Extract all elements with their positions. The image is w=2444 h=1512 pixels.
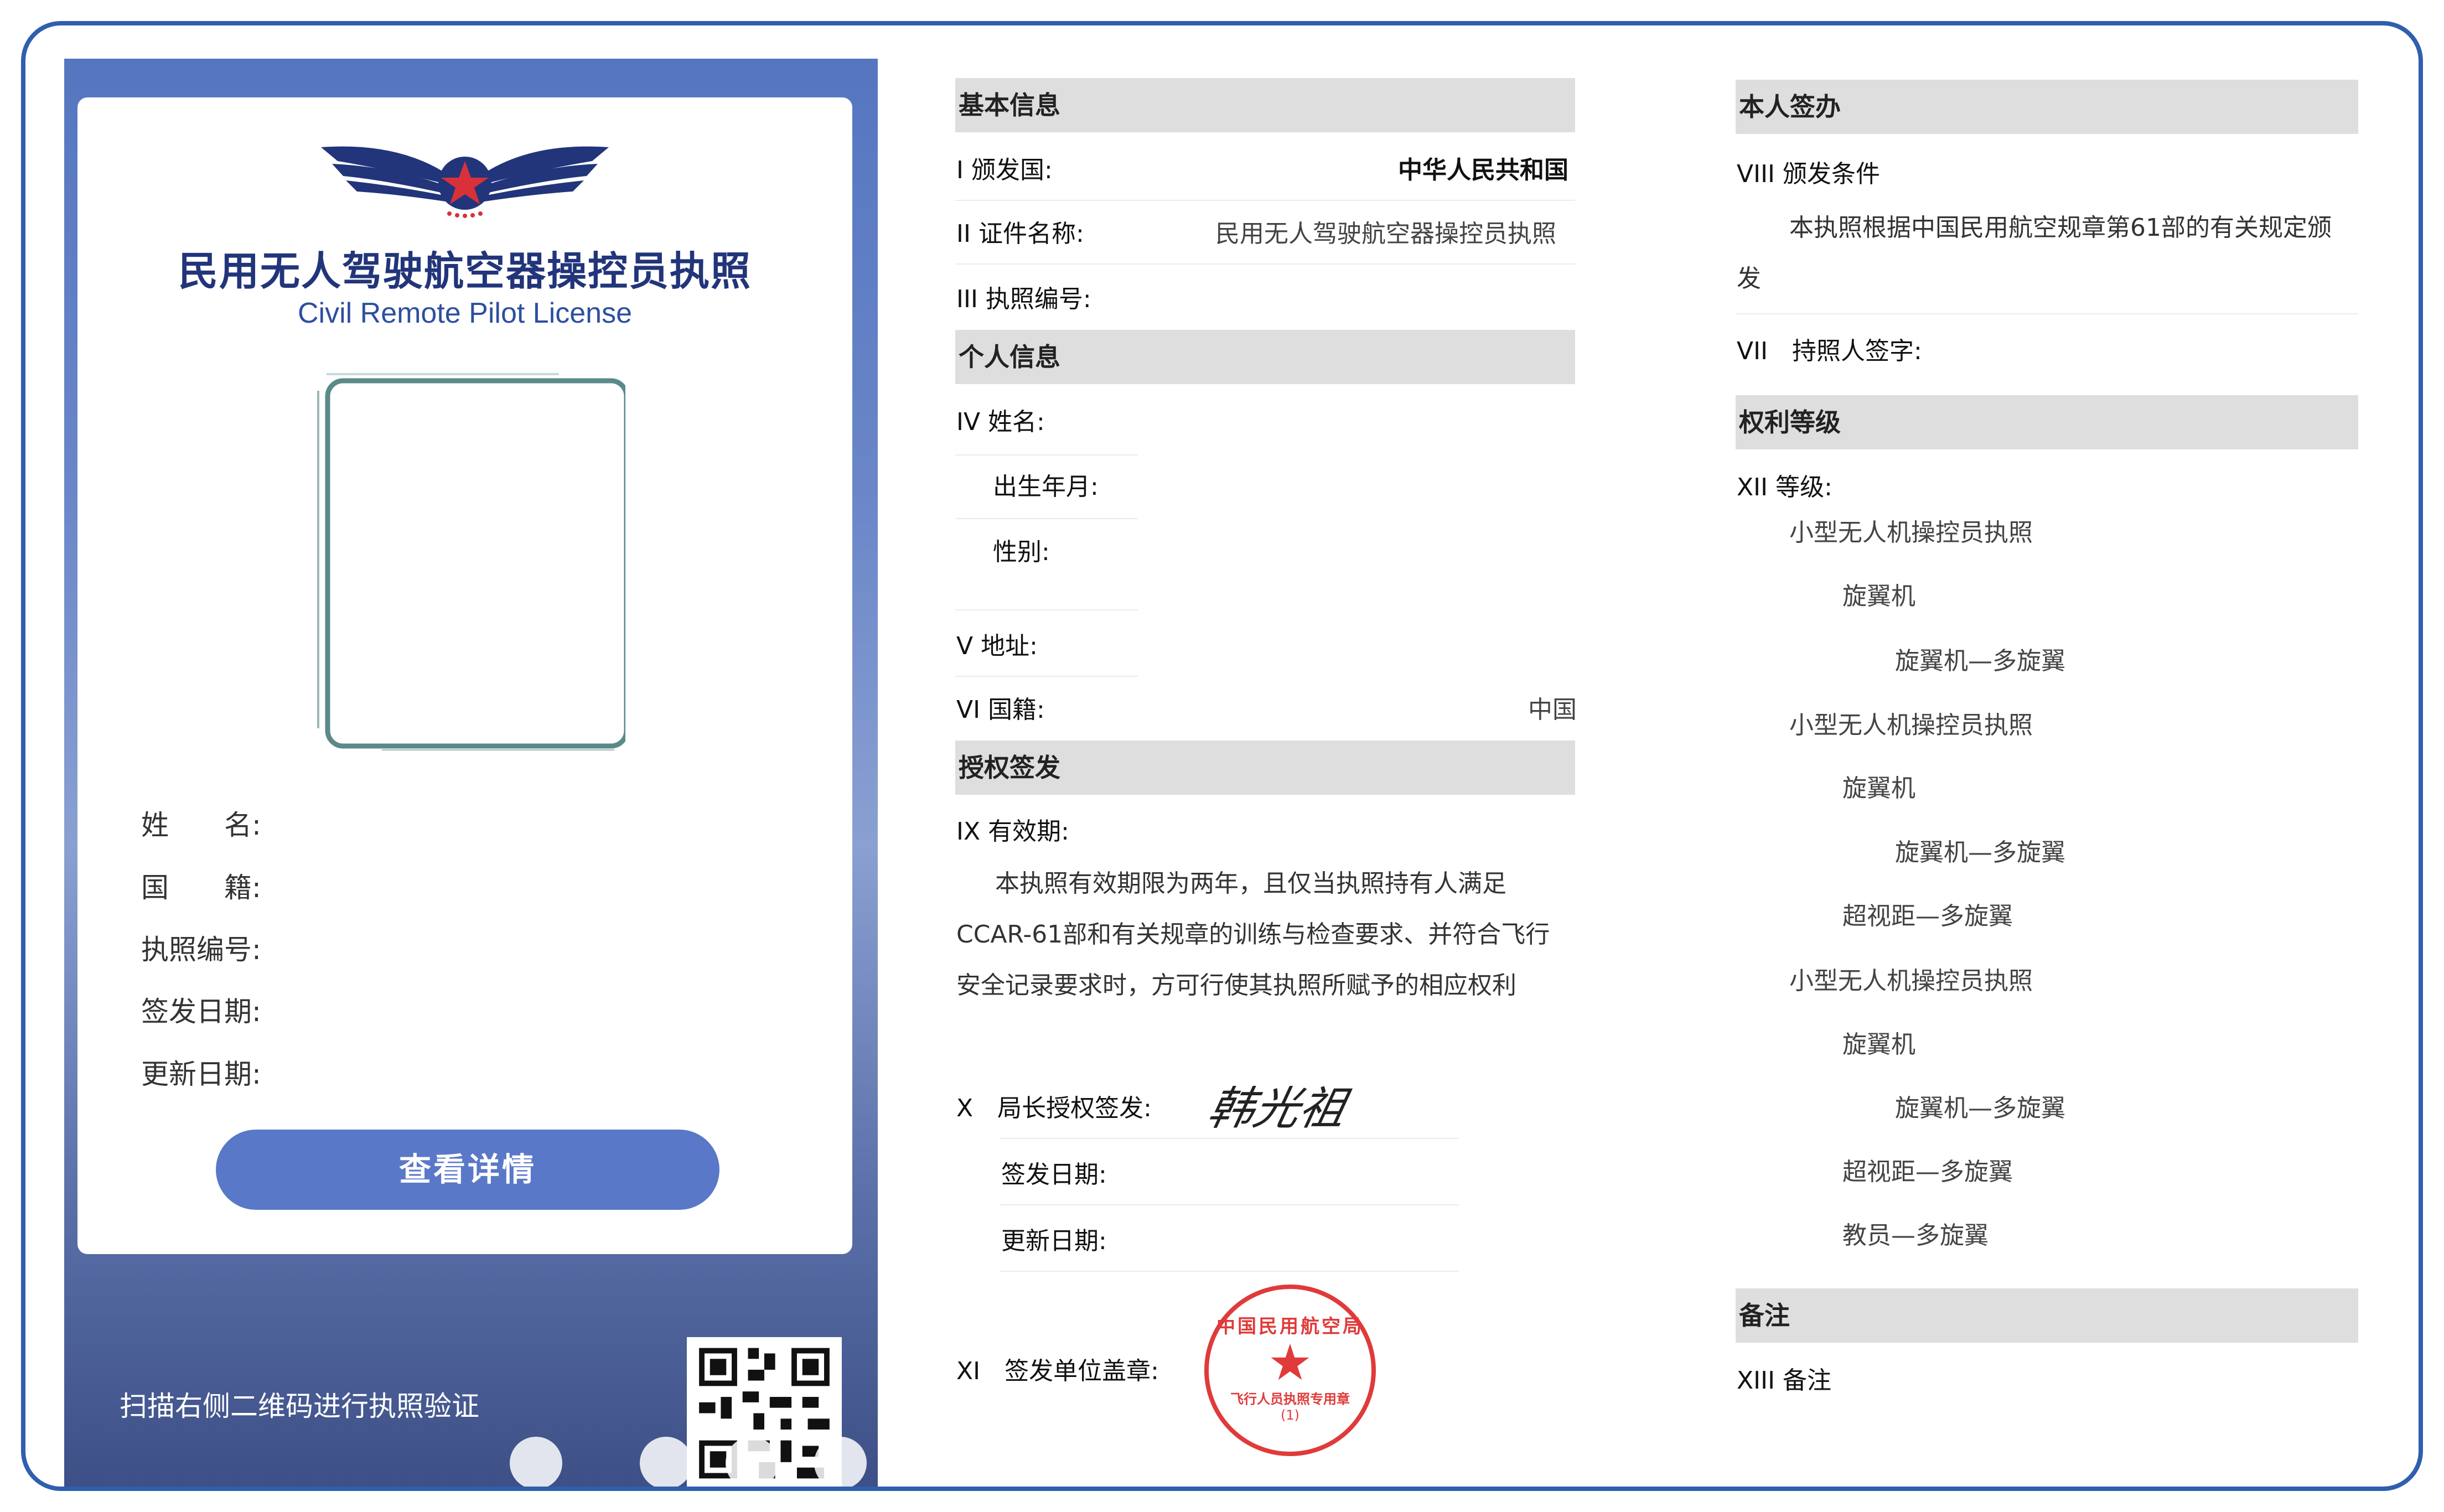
address-label: V 地址: [956, 632, 1038, 660]
level-item: 教员—多旋翼 [1842, 1221, 1989, 1250]
level-item: 小型无人机操控员执照 [1789, 519, 2033, 547]
level-item: 旋翼机 [1842, 582, 1915, 610]
card-field-nationality: 国 籍: [141, 872, 261, 904]
director-signature: 韩光祖 [1203, 1083, 1351, 1135]
name-label: IV 姓名: [956, 408, 1045, 436]
download-icon[interactable] [640, 1437, 692, 1487]
license-card: 民用无人驾驶航空器操控员执照 Civil Remote Pilot Licens… [77, 97, 852, 1254]
level-item: 超视距—多旋翼 [1842, 902, 2013, 930]
director-sign-label: X 局长授权签发: [956, 1094, 1152, 1122]
level-item: 小型无人机操控员执照 [1789, 967, 2033, 995]
view-details-button[interactable]: 查看详情 [216, 1130, 719, 1210]
cert-name-label: II 证件名称: [956, 220, 1084, 248]
section-personal-info: 个人信息 [955, 330, 1575, 384]
section-holder: 本人签办 [1736, 80, 2358, 134]
level-item: 旋翼机 [1842, 1031, 1915, 1059]
scan-hint: 扫描右侧二维码进行执照验证 [120, 1390, 479, 1422]
official-seal: 中国民用航空局 ★ 飞行人员执照专用章 (1) [1204, 1285, 1376, 1456]
level-item: 旋翼机—多旋翼 [1895, 647, 2065, 675]
more-icon[interactable] [814, 1437, 867, 1487]
issuing-country-label: I 颁发国: [956, 156, 1053, 184]
photo-frame [317, 373, 625, 750]
nationality-value: 中国 [1528, 696, 1577, 724]
level-label: XII 等级: [1737, 473, 1832, 501]
validity-text: 本执照有效期限为两年，且仅当执照持有人满足CCAR-61部和有关规章的训练与检查… [956, 869, 1550, 1000]
license-no-label: III 执照编号: [956, 285, 1091, 313]
issuing-country-value: 中华人民共和国 [1398, 156, 1568, 184]
holder-sign-label: VII 持照人签字: [1737, 337, 1922, 365]
level-item: 小型无人机操控员执照 [1789, 711, 2033, 739]
grid-icon[interactable] [726, 1437, 778, 1487]
seal-label: XI 签发单位盖章: [956, 1357, 1159, 1385]
section-remarks: 备注 [1736, 1288, 2358, 1343]
level-item: 旋翼机 [1842, 774, 1915, 802]
card-field-name: 姓 名: [141, 809, 261, 841]
birth-label: 出生年月: [993, 473, 1099, 501]
cert-name-value: 民用无人驾驶航空器操控员执照 [1215, 220, 1556, 248]
license-card-panel: 民用无人驾驶航空器操控员执照 Civil Remote Pilot Licens… [64, 59, 878, 1487]
section-authorization: 授权签发 [955, 741, 1575, 795]
conditions-label: VIII 颁发条件 [1737, 160, 1881, 188]
seal-inner-text: 飞行人员执照专用章 [1230, 1391, 1350, 1407]
remarks-label: XIII 备注 [1737, 1366, 1832, 1395]
level-item: 旋翼机—多旋翼 [1895, 838, 2065, 867]
caac-wings-logo [321, 146, 609, 218]
level-item: 超视距—多旋翼 [1842, 1158, 2013, 1186]
level-item: 旋翼机—多旋翼 [1895, 1094, 2065, 1122]
issue-date-label: 签发日期: [1001, 1161, 1107, 1189]
card-field-issue-date: 签发日期: [141, 996, 261, 1028]
conditions-text: 本执照根据中国民用航空规章第61部的有关规定颁发 [1737, 214, 2332, 293]
card-title-cn: 民用无人驾驶航空器操控员执照 [178, 248, 752, 294]
gender-label: 性别: [993, 538, 1050, 566]
page-frame: 民用无人驾驶航空器操控员执照 Civil Remote Pilot Licens… [21, 21, 2423, 1491]
card-title-en: Civil Remote Pilot License [297, 297, 633, 329]
renew-date-label: 更新日期: [1001, 1227, 1107, 1255]
qr-scan-icon[interactable] [510, 1437, 562, 1487]
section-basic-info: 基本信息 [955, 78, 1575, 132]
card-field-renew-date: 更新日期: [141, 1058, 261, 1090]
seal-number: (1) [1281, 1407, 1299, 1423]
nationality-label: VI 国籍: [956, 696, 1045, 724]
card-field-license-no: 执照编号: [141, 934, 261, 966]
section-rights: 权利等级 [1736, 395, 2358, 449]
validity-label: IX 有效期: [956, 817, 1069, 846]
seal-star-icon: ★ [1267, 1334, 1313, 1392]
